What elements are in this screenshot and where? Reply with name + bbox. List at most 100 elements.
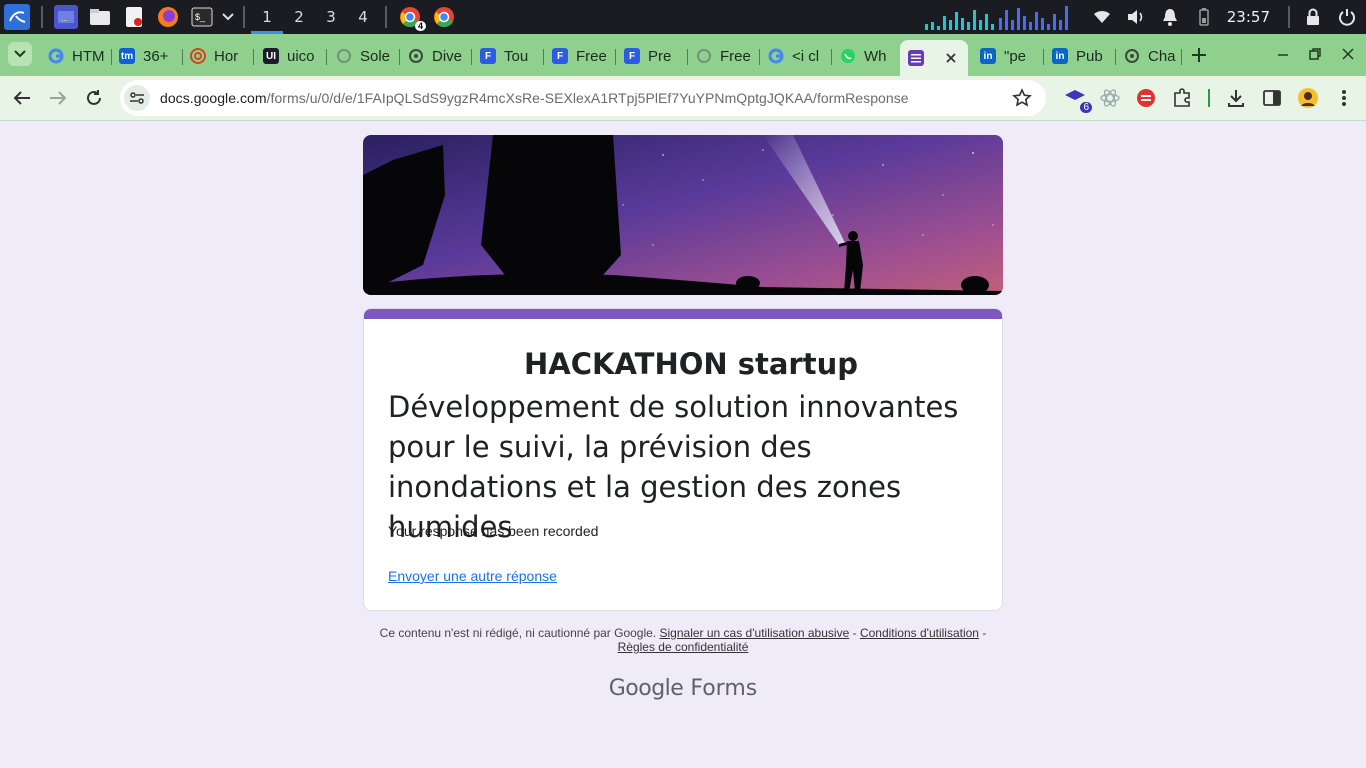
browser-tab-strip: HTM tm 36+ Hor UI uico Sole Dive F Tou F… (0, 34, 1366, 76)
tab-free-2[interactable]: Free (690, 42, 760, 70)
toolbar-divider (1208, 89, 1210, 107)
extension-badge: 6 (1080, 102, 1092, 113)
profile-avatar[interactable] (1297, 87, 1319, 109)
download-icon[interactable] (1225, 87, 1247, 109)
system-tray: 23:57 (923, 0, 1366, 34)
show-desktop-icon[interactable]: ... (54, 5, 78, 29)
tab-sole[interactable]: Sole (330, 42, 400, 70)
workspace-2[interactable]: 2 (283, 0, 315, 34)
new-tab-plus-icon[interactable] (1189, 45, 1209, 65)
tab-label: Free (576, 47, 607, 65)
close-tab-icon[interactable] (944, 51, 958, 65)
extensions-puzzle-icon[interactable] (1171, 87, 1193, 109)
terminal-icon[interactable]: $_ (190, 5, 214, 29)
tab-label: Pre (648, 47, 672, 65)
extension-graduation-icon[interactable]: 6 (1064, 87, 1092, 113)
f-icon: F (480, 48, 496, 64)
chrome-window-icon[interactable]: 4 (398, 5, 426, 31)
tab-whatsapp[interactable]: Wh (834, 42, 900, 70)
back-arrow-icon[interactable] (11, 87, 33, 109)
submit-another-response-link[interactable]: Envoyer une autre réponse (388, 568, 557, 584)
openai-icon (408, 48, 424, 64)
wifi-icon[interactable] (1091, 6, 1113, 28)
tm-icon: tm (119, 48, 135, 64)
bookmark-star-icon[interactable] (1012, 88, 1032, 108)
tab-cha[interactable]: Cha (1118, 42, 1182, 70)
tab-label: HTM (72, 47, 105, 65)
tab-label: "pe (1004, 47, 1027, 65)
restore-window-icon[interactable] (1307, 46, 1323, 62)
tab-uico[interactable]: UI uico (257, 42, 327, 70)
close-window-icon[interactable] (1340, 46, 1356, 62)
google-forms-logo[interactable]: Google Forms (363, 676, 1003, 701)
tab-linkedin-pe[interactable]: in "pe (974, 42, 1044, 70)
file-manager-icon[interactable] (88, 5, 112, 29)
form-title: HACKATHON startup (524, 347, 858, 381)
power-icon[interactable] (1336, 6, 1358, 28)
confirmation-message: Your response has been recorded (388, 523, 599, 539)
workspace-4[interactable]: 4 (347, 0, 379, 34)
tab-label: <i cl (792, 47, 820, 65)
tab-label: Hor (214, 47, 239, 65)
clock[interactable]: 23:57 (1227, 8, 1270, 26)
chrome-menu-icon[interactable] (1333, 87, 1355, 109)
chrome-window-icon-2[interactable] (432, 5, 456, 29)
ui-icon: UI (263, 48, 279, 64)
tab-dive[interactable]: Dive (402, 42, 472, 70)
site-info-icon[interactable] (124, 85, 150, 111)
f-icon: F (624, 48, 640, 64)
tab-tou[interactable]: F Tou (474, 42, 544, 70)
browser-toolbar: docs.google.com/forms/u/0/d/e/1FAIpQLSdS… (0, 76, 1366, 121)
chevron-down-icon[interactable] (221, 5, 235, 29)
notifications-bell-icon[interactable] (1159, 6, 1181, 28)
url-text[interactable]: docs.google.com/forms/u/0/d/e/1FAIpQLSdS… (160, 90, 909, 106)
kali-menu-icon[interactable] (4, 4, 30, 30)
footer-disclaimer: Ce contenu n'est ni rédigé, ni cautionné… (379, 626, 657, 640)
forms-icon (908, 50, 924, 66)
taskbar-separator (41, 6, 43, 28)
whatsapp-icon (840, 48, 856, 64)
address-bar[interactable]: docs.google.com/forms/u/0/d/e/1FAIpQLSdS… (120, 80, 1046, 116)
report-abuse-link[interactable]: Signaler un cas d'utilisation abusive (660, 626, 850, 640)
forms-wordmark: Forms (690, 676, 758, 701)
react-devtools-icon[interactable] (1099, 87, 1121, 109)
url-path: /forms/u/0/d/e/1FAIpQLSdS9ygzR4mcXsRe-SE… (266, 90, 909, 106)
footer-dash: - (982, 626, 987, 640)
tab-linkedin-pub[interactable]: in Pub (1046, 42, 1116, 70)
tab-label: Dive (432, 47, 463, 65)
google-wordmark: Google (608, 676, 684, 701)
tab-search-button[interactable] (8, 42, 32, 66)
tab-hor[interactable]: Hor (184, 42, 254, 70)
taskbar-separator (243, 6, 245, 28)
minimize-window-icon[interactable] (1275, 46, 1291, 62)
taskbar-separator (1288, 6, 1290, 28)
form-confirmation-card: HACKATHON startup Développement de solut… (363, 308, 1003, 611)
workspace-3[interactable]: 3 (315, 0, 347, 34)
reload-icon[interactable] (83, 87, 105, 109)
tab-google-forms-active[interactable] (900, 40, 968, 76)
tab-pre[interactable]: F Pre (618, 42, 688, 70)
workspace-1[interactable]: 1 (251, 0, 283, 34)
tab-htm[interactable]: HTM (42, 42, 112, 70)
tab-free[interactable]: F Free (546, 42, 616, 70)
battery-icon[interactable] (1193, 6, 1215, 28)
svg-text:$_: $_ (195, 12, 206, 22)
text-editor-icon[interactable] (122, 5, 146, 29)
firefox-icon[interactable] (156, 5, 180, 29)
linkedin-icon: in (980, 48, 996, 64)
volume-icon[interactable] (1125, 6, 1147, 28)
forward-arrow-icon[interactable] (47, 87, 69, 109)
tab-tm[interactable]: tm 36+ (113, 42, 183, 70)
terms-link[interactable]: Conditions d'utilisation (860, 626, 979, 640)
form-footer: Ce contenu n'est ni rédigé, ni cautionné… (363, 626, 1003, 654)
f-icon: F (552, 48, 568, 64)
tab-i-cl[interactable]: <i cl (762, 42, 832, 70)
privacy-link[interactable]: Règles de confidentialité (618, 640, 749, 654)
spiral-icon (190, 48, 206, 64)
chatgpt-icon (336, 48, 352, 64)
lock-icon[interactable] (1302, 6, 1324, 28)
footer-dash: - (852, 626, 857, 640)
side-panel-icon[interactable] (1261, 87, 1283, 109)
chevron-down-icon (14, 50, 26, 58)
red-extension-icon[interactable] (1135, 87, 1157, 109)
